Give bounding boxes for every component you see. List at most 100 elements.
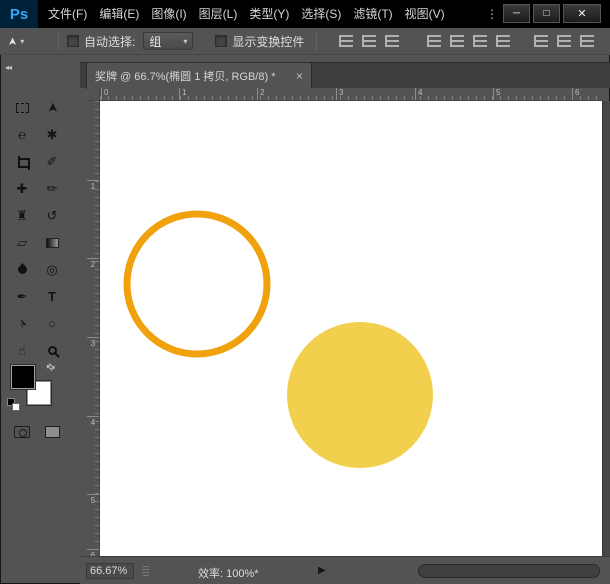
- chevron-down-icon: ▾: [20, 36, 25, 46]
- healing-brush-icon: ✚: [16, 181, 28, 196]
- align-vertical-centers-icon[interactable]: [362, 35, 377, 47]
- ruler-tick: 1: [179, 88, 186, 100]
- menu-edit[interactable]: 编辑(E): [93, 0, 145, 28]
- ruler-tick: 6: [572, 88, 579, 100]
- auto-select-dropdown[interactable]: 组 ▾: [143, 32, 194, 50]
- tool-options-bar: ➤ ▾ 自动选择: 组 ▾ 显示变换控件: [0, 28, 610, 55]
- type-tool[interactable]: T: [37, 283, 67, 310]
- document-tab[interactable]: 奖牌 @ 66.7%(椭圆 1 拷贝, RGB/8) * ×: [86, 63, 312, 89]
- checkbox-box[interactable]: [67, 35, 79, 47]
- lasso-icon: ℮: [18, 127, 26, 142]
- zoom-level-field[interactable]: 66.67%: [86, 563, 134, 579]
- ellipse-tool[interactable]: ○: [37, 310, 67, 337]
- zoom-icon: [47, 346, 57, 355]
- orange-outline-circle-shape[interactable]: [123, 210, 271, 358]
- canvas-artwork: [123, 210, 433, 468]
- minimize-button[interactable]: ─: [503, 4, 530, 23]
- yellow-filled-circle-shape[interactable]: [287, 322, 433, 468]
- ruler-tick: 5: [87, 494, 99, 505]
- distribute-left-edges-icon[interactable]: [534, 35, 549, 47]
- screen-mode-button[interactable]: [37, 420, 67, 444]
- ruler-tick: 1: [87, 180, 99, 191]
- horizontal-ruler: 0 1 2 3 4 5 6: [100, 88, 602, 101]
- zoom-tool[interactable]: [37, 337, 67, 364]
- status-popup-arrow-icon[interactable]: ▶: [318, 565, 326, 576]
- menu-image[interactable]: 图像(I): [145, 0, 192, 28]
- clone-stamp-tool[interactable]: ♜: [7, 202, 37, 229]
- auto-select-checkbox[interactable]: 自动选择:: [67, 33, 135, 50]
- distribute-right-edges-icon[interactable]: [580, 35, 595, 47]
- hand-icon: ☝: [18, 343, 26, 358]
- tab-close-icon[interactable]: ×: [296, 70, 303, 82]
- default-colors-icon[interactable]: [7, 398, 21, 412]
- document-canvas[interactable]: [100, 101, 602, 556]
- type-icon: T: [48, 289, 56, 304]
- vertical-scrollbar[interactable]: [602, 101, 610, 556]
- dodge-tool[interactable]: ◎: [37, 256, 67, 283]
- move-tool[interactable]: ➤: [37, 94, 67, 121]
- lasso-tool[interactable]: ℮: [7, 121, 37, 148]
- history-brush-tool[interactable]: ↺: [37, 202, 67, 229]
- menu-overflow-icon[interactable]: ⋮: [486, 0, 498, 28]
- dodge-icon: ◎: [46, 262, 58, 277]
- close-button[interactable]: ✕: [563, 4, 601, 23]
- ruler-origin-corner[interactable]: [87, 88, 100, 101]
- separator: [316, 31, 318, 51]
- hand-tool[interactable]: ☝: [7, 337, 37, 364]
- horizontal-scrollbar-thumb[interactable]: [418, 564, 600, 578]
- window-controls: ─ □ ✕: [503, 4, 601, 23]
- menu-layer[interactable]: 图层(L): [193, 0, 244, 28]
- distribute-horizontal-centers-icon[interactable]: [557, 35, 572, 47]
- separator: [58, 31, 59, 51]
- path-selection-tool[interactable]: ➢: [7, 310, 37, 337]
- crop-icon: [16, 155, 30, 170]
- ruler-tick: 4: [87, 416, 99, 427]
- quick-selection-tool[interactable]: ✱: [37, 121, 67, 148]
- show-transform-label: 显示变换控件: [232, 34, 305, 49]
- gradient-icon: [45, 237, 59, 248]
- ruler-tick: 3: [336, 88, 343, 100]
- menu-view[interactable]: 视图(V): [399, 0, 451, 28]
- align-top-edges-icon[interactable]: [339, 35, 354, 47]
- menu-select[interactable]: 选择(S): [295, 0, 347, 28]
- eyedropper-tool[interactable]: ✐: [37, 148, 67, 175]
- eraser-tool[interactable]: ▱: [7, 229, 37, 256]
- brush-tool[interactable]: ✏: [37, 175, 67, 202]
- pen-icon: ✒: [16, 289, 28, 304]
- ruler-tick: 3: [87, 337, 99, 348]
- blur-tool[interactable]: [7, 256, 37, 283]
- title-bar: Ps 文件(F) 编辑(E) 图像(I) 图层(L) 类型(Y) 选择(S) 滤…: [0, 0, 610, 28]
- rectangular-marquee-tool[interactable]: [7, 94, 37, 121]
- chevron-down-icon: ▾: [183, 36, 188, 46]
- blur-drop-icon: [15, 263, 29, 276]
- eraser-icon: ▱: [17, 235, 27, 250]
- show-transform-checkbox[interactable]: 显示变换控件: [215, 33, 304, 50]
- tool-preset-picker[interactable]: ➤ ▾: [7, 35, 50, 48]
- align-horizontal-centers-icon[interactable]: [450, 35, 465, 47]
- align-right-edges-icon[interactable]: [473, 35, 488, 47]
- collapse-panel-button[interactable]: ◂◂: [5, 63, 12, 72]
- menu-file[interactable]: 文件(F): [42, 0, 93, 28]
- ruler-tick: 0: [101, 88, 108, 100]
- menu-type[interactable]: 类型(Y): [243, 0, 295, 28]
- distribute-group: [534, 35, 595, 47]
- photoshop-window: Ps 文件(F) 编辑(E) 图像(I) 图层(L) 类型(Y) 选择(S) 滤…: [0, 0, 610, 584]
- status-grip-icon: [142, 566, 149, 576]
- swap-colors-icon[interactable]: ⇄: [43, 361, 57, 375]
- menu-filter[interactable]: 滤镜(T): [347, 0, 398, 28]
- foreground-color-swatch[interactable]: [11, 365, 35, 389]
- crop-tool[interactable]: [7, 148, 37, 175]
- quick-mask-button[interactable]: [7, 420, 37, 444]
- align-group-vertical: [339, 35, 400, 47]
- align-bottom-edges-icon[interactable]: [385, 35, 400, 47]
- move-tool-icon: ➤: [7, 36, 20, 46]
- maximize-button[interactable]: □: [533, 4, 560, 23]
- gradient-tool[interactable]: [37, 229, 67, 256]
- ruler-tick: 5: [493, 88, 500, 100]
- distribute-top-edges-icon[interactable]: [496, 35, 511, 47]
- checkbox-box[interactable]: [215, 35, 228, 47]
- healing-brush-tool[interactable]: ✚: [7, 175, 37, 202]
- pen-tool[interactable]: ✒: [7, 283, 37, 310]
- align-left-edges-icon[interactable]: [427, 35, 442, 47]
- move-icon: ➤: [44, 102, 60, 113]
